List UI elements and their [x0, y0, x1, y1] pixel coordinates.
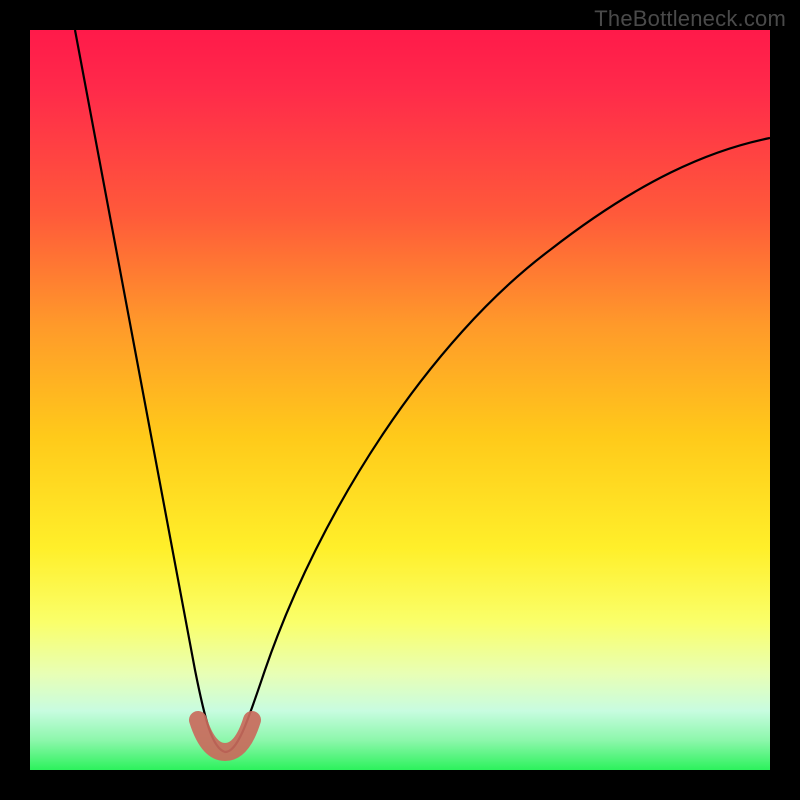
- bottleneck-curve-svg: [30, 30, 770, 770]
- curve-minimum-marker: [198, 720, 252, 752]
- chart-gradient-area: [30, 30, 770, 770]
- bottleneck-curve: [75, 30, 770, 752]
- watermark-text: TheBottleneck.com: [594, 6, 786, 32]
